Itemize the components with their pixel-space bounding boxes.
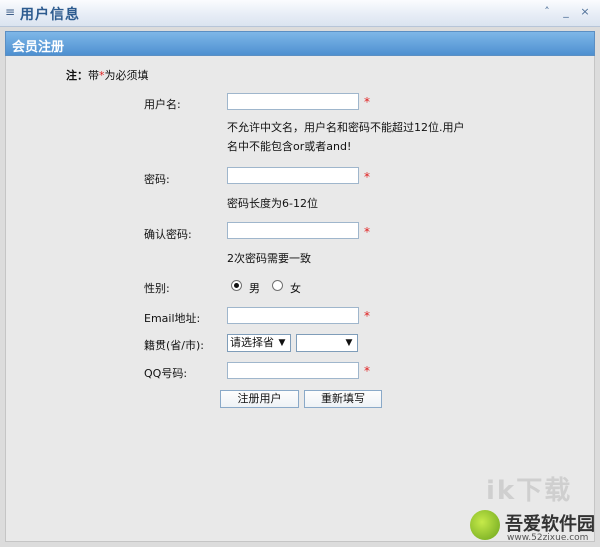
qq-input[interactable] — [227, 362, 359, 379]
username-input[interactable] — [227, 93, 359, 110]
section-header: 会员注册 — [5, 31, 595, 56]
confirm-password-input[interactable] — [227, 222, 359, 239]
qq-label: QQ号码: — [144, 367, 188, 380]
hometown-label: 籍贯(省/市): — [144, 339, 204, 352]
username-label: 用户名: — [144, 98, 181, 111]
minimize-icon[interactable]: _ — [559, 5, 573, 19]
confirm-password-hint: 2次密码需要一致 — [227, 252, 311, 265]
watermark-ghost: ik下载 — [486, 476, 573, 506]
note-prefix: 注： — [66, 69, 88, 82]
close-icon[interactable]: × — [578, 5, 592, 19]
password-input[interactable] — [227, 167, 359, 184]
required-note: 注：带*为必须填 — [66, 67, 149, 83]
chevron-down-icon: ▼ — [274, 335, 290, 351]
username-required-mark: * — [364, 95, 370, 109]
gender-female-label: 女 — [290, 282, 301, 295]
window-title: 用户信息 — [20, 7, 80, 23]
province-select-value: 请选择省 — [230, 336, 274, 349]
email-label: Email地址: — [144, 312, 201, 325]
city-select[interactable]: ▼ — [296, 334, 358, 352]
qq-required-mark: * — [364, 364, 370, 378]
confirm-password-required-mark: * — [364, 225, 370, 239]
email-required-mark: * — [364, 309, 370, 323]
gender-female-radio[interactable] — [272, 280, 283, 291]
window-titlebar: ≡ 用户信息 ˄ _ × — [0, 0, 600, 27]
username-hint: 不允许中文名，用户名和密码不能超过12位.用户名中不能包含or或者and! — [227, 121, 465, 153]
password-label: 密码: — [144, 173, 170, 186]
reset-button[interactable]: 重新填写 — [304, 390, 382, 408]
password-required-mark: * — [364, 170, 370, 184]
password-hint: 密码长度为6-12位 — [227, 197, 318, 210]
watermark-url: www.52zixue.com — [507, 533, 589, 543]
chevron-down-icon: ▼ — [341, 335, 357, 351]
gender-male-label: 男 — [249, 282, 260, 295]
note-text-1: 带 — [88, 69, 99, 82]
province-select[interactable]: 请选择省 ▼ — [227, 334, 291, 352]
note-text-2: 为必须填 — [104, 69, 149, 82]
register-button[interactable]: 注册用户 — [220, 390, 299, 408]
email-input[interactable] — [227, 307, 359, 324]
section-title: 会员注册 — [12, 40, 65, 55]
collapse-icon[interactable]: ˄ — [540, 5, 554, 19]
watermark-logo-icon — [470, 510, 500, 540]
confirm-password-label: 确认密码: — [144, 228, 192, 241]
gender-male-radio[interactable] — [231, 280, 242, 291]
gender-label: 性别: — [144, 282, 170, 295]
window-menu-icon[interactable]: ≡ — [5, 5, 15, 19]
